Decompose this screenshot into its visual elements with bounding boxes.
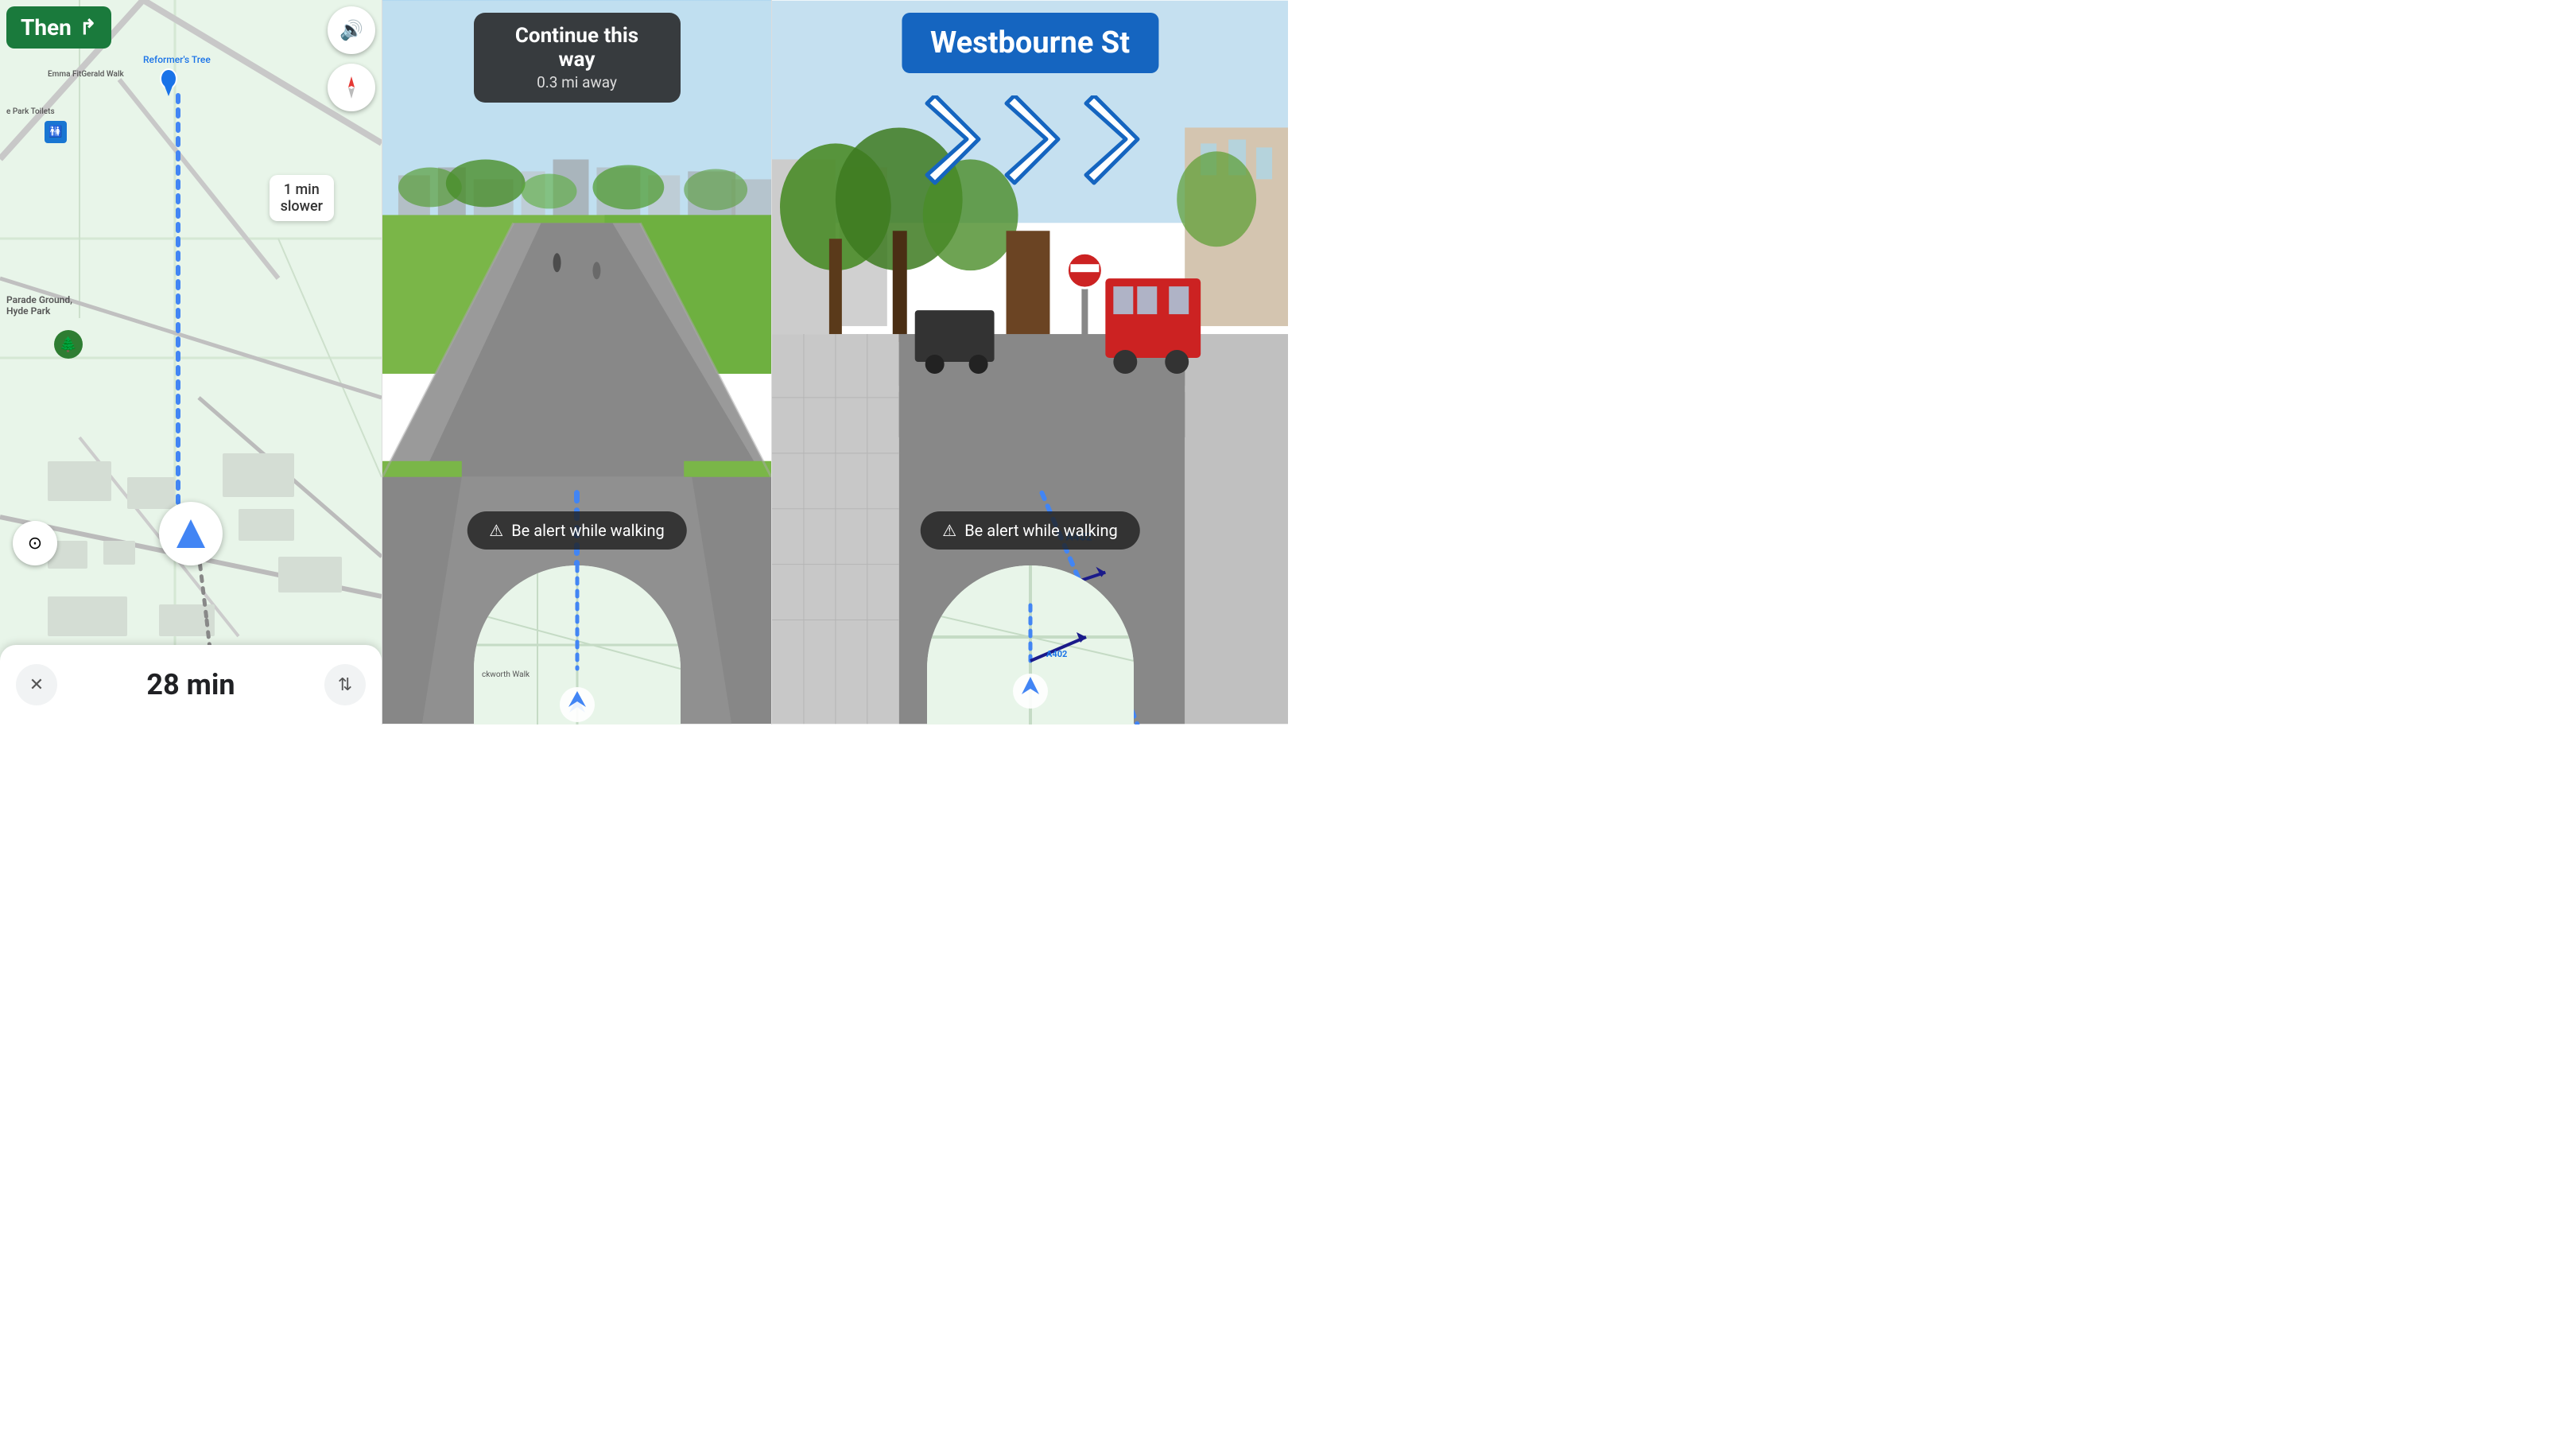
destination-pin	[159, 68, 178, 96]
sound-button[interactable]: 🔊	[328, 6, 375, 54]
alert-badge-right: ⚠ Be alert while walking	[920, 511, 1139, 550]
ar-park-panel: Continue this way 0.3 mi away ⚠ Be alert…	[382, 0, 771, 724]
ar-street-panel: A402 Westbourne St ⚠ Be alert while walk…	[771, 0, 1288, 724]
recenter-icon: ⊙	[28, 534, 42, 554]
then-button[interactable]: Then ↱	[6, 6, 111, 49]
map-svg	[0, 0, 382, 724]
alert-text-right: Be alert while walking	[964, 521, 1118, 540]
chevron-3	[1074, 95, 1146, 191]
slower-text: 1 min slower	[281, 181, 323, 215]
reformers-tree-label: Reformer's Tree	[143, 54, 211, 65]
time-value: 28 min	[146, 668, 235, 701]
continue-sub-text: 0.3 mi away	[496, 73, 658, 91]
then-label: Then	[21, 14, 72, 41]
swap-button[interactable]: ⇅	[324, 664, 366, 705]
toilet-icon: 🚻	[45, 121, 67, 143]
emma-walk-label: Emma FitGerald Walk	[48, 70, 124, 79]
map-background: Reformer's Tree Emma FitGerald Walk e Pa…	[0, 0, 382, 724]
slower-bubble: 1 min slower	[270, 175, 334, 221]
park-icon: 🌲	[54, 330, 83, 359]
svg-text:A402: A402	[1046, 649, 1067, 659]
then-arrow-icon: ↱	[80, 16, 97, 40]
svg-text:ckworth Walk: ckworth Walk	[482, 670, 530, 679]
westbourne-sign: Westbourne St	[902, 13, 1158, 73]
chevron-1	[915, 95, 987, 191]
chevron-2	[995, 95, 1066, 191]
recenter-button[interactable]: ⊙	[13, 521, 57, 565]
turn-arrows	[915, 95, 1146, 191]
left-map-panel: Reformer's Tree Emma FitGerald Walk e Pa…	[0, 0, 382, 724]
park-toilets-label: e Park Toilets	[6, 107, 55, 116]
continue-main-text: Continue this way	[496, 24, 658, 72]
compass-svg	[337, 73, 366, 102]
time-display: 28 min	[146, 668, 235, 701]
alert-badge-middle: ⚠ Be alert while walking	[467, 511, 686, 550]
continue-banner: Continue this way 0.3 mi away	[474, 13, 681, 103]
alert-text-middle: Be alert while walking	[511, 521, 665, 540]
parade-ground-label: Parade Ground,Hyde Park	[6, 294, 72, 317]
close-icon: ✕	[29, 675, 44, 695]
swap-icon: ⇅	[338, 675, 352, 695]
user-location	[159, 502, 223, 565]
sound-icon: 🔊	[339, 19, 363, 41]
user-arrow	[177, 519, 205, 548]
compass-button[interactable]	[328, 64, 375, 111]
alert-icon-middle: ⚠	[489, 521, 503, 540]
bottom-navigation-bar: ✕ 28 min ⇅	[0, 645, 382, 724]
street-name: Westbourne St	[930, 25, 1130, 60]
close-button[interactable]: ✕	[16, 664, 57, 705]
alert-icon-right: ⚠	[942, 521, 956, 540]
